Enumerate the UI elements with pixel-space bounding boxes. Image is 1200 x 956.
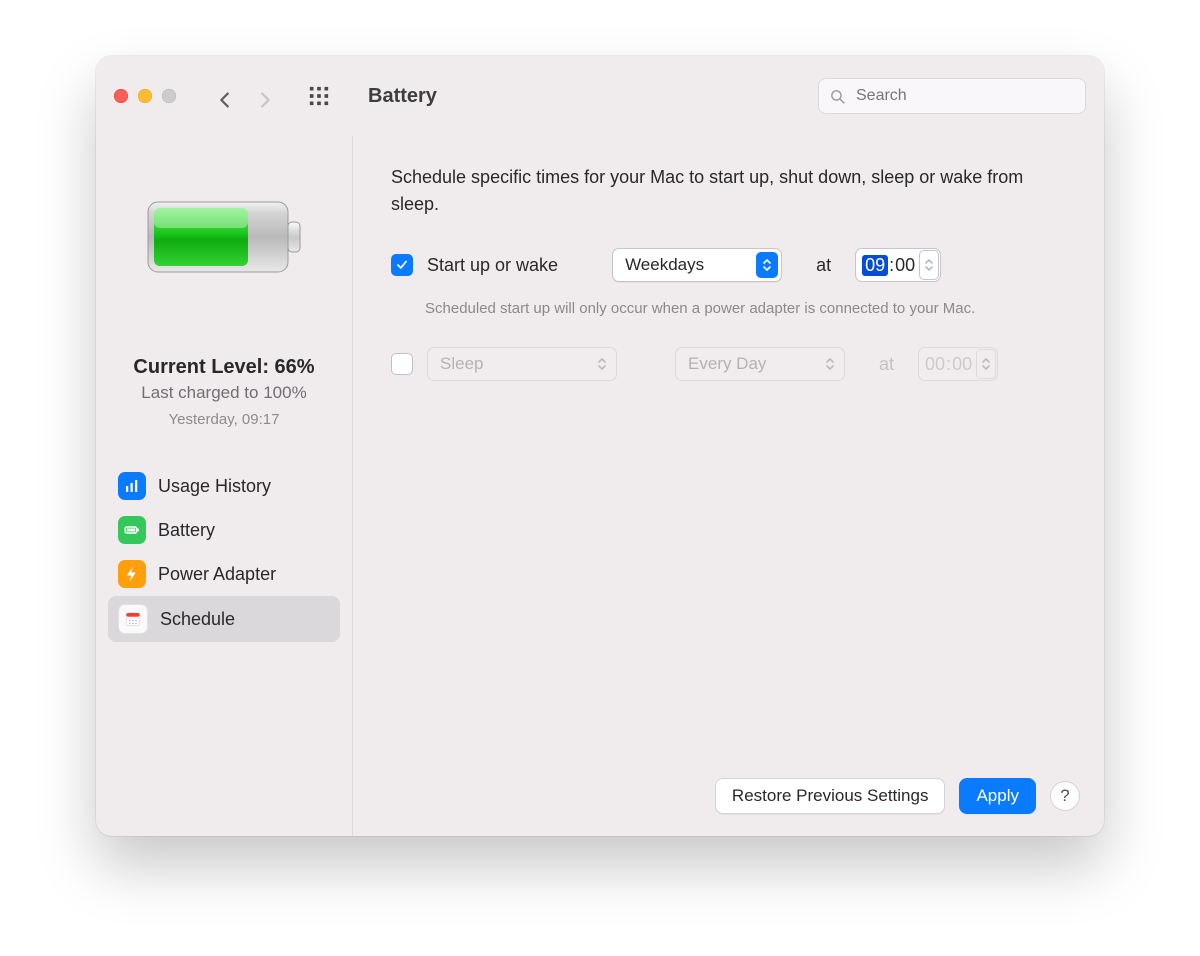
at-label: at [816, 255, 831, 276]
last-charged-time: Yesterday, 09:17 [169, 411, 280, 428]
zoom-window-button [162, 89, 176, 103]
startup-label: Start up or wake [427, 255, 558, 276]
help-button[interactable]: ? [1050, 781, 1080, 811]
sleep-day-value: Every Day [688, 354, 766, 374]
sleep-row: Sleep Every Day [391, 347, 1066, 381]
battery-tab-icon [118, 516, 146, 544]
startup-day-select[interactable]: Weekdays [612, 248, 782, 282]
sidebar-item-label: Schedule [160, 609, 235, 630]
startup-hour[interactable]: 09 [862, 255, 888, 276]
sleep-checkbox[interactable] [391, 353, 413, 375]
preferences-window: Battery [96, 56, 1104, 836]
checkmark-icon [395, 258, 409, 272]
search-icon [829, 88, 846, 105]
startup-row: Start up or wake Weekdays at 09 : [391, 248, 1066, 282]
sleep-day-select[interactable]: Every Day [675, 347, 845, 381]
sleep-time-field[interactable]: 00 : 00 [918, 347, 998, 381]
sidebar-item-usage-history[interactable]: Usage History [108, 464, 340, 508]
window-title: Battery [368, 85, 437, 108]
window-controls [114, 89, 176, 103]
minimize-window-button[interactable] [138, 89, 152, 103]
power-adapter-icon [118, 560, 146, 588]
battery-icon [144, 192, 304, 282]
startup-time-field[interactable]: 09 : 00 [855, 248, 941, 282]
stepper-arrows-icon [981, 356, 991, 372]
close-window-button[interactable] [114, 89, 128, 103]
last-charged-label: Last charged to 100% [141, 383, 306, 403]
footer: Restore Previous Settings Apply ? [353, 764, 1104, 836]
apply-button[interactable]: Apply [959, 778, 1036, 814]
sidebar-item-battery[interactable]: Battery [108, 508, 340, 552]
sidebar-item-power-adapter[interactable]: Power Adapter [108, 552, 340, 596]
back-button[interactable] [214, 89, 228, 103]
schedule-description: Schedule specific times for your Mac to … [391, 164, 1066, 218]
time-stepper[interactable] [919, 250, 939, 280]
sleep-action-value: Sleep [440, 354, 483, 374]
search-input[interactable] [854, 86, 1075, 106]
show-all-button[interactable] [308, 85, 330, 107]
sidebar-item-label: Power Adapter [158, 564, 276, 585]
usage-history-icon [118, 472, 146, 500]
chevron-up-down-icon [591, 351, 613, 377]
restore-previous-settings-button[interactable]: Restore Previous Settings [715, 778, 946, 814]
forward-button [254, 89, 268, 103]
time-stepper[interactable] [976, 349, 996, 379]
sleep-hour: 00 [925, 354, 945, 375]
startup-minute[interactable]: 00 [895, 255, 915, 276]
sleep-minute: 00 [952, 354, 972, 375]
schedule-icon [118, 604, 148, 634]
sidebar-nav: Usage History Battery Power Adapter [108, 464, 340, 642]
chevron-up-down-icon [819, 351, 841, 377]
sidebar-item-schedule[interactable]: Schedule [108, 596, 340, 642]
startup-checkbox[interactable] [391, 254, 413, 276]
sidebar-item-label: Usage History [158, 476, 271, 497]
chevron-up-down-icon [756, 252, 778, 278]
main-pane: Schedule specific times for your Mac to … [353, 136, 1104, 836]
search-field[interactable] [818, 78, 1086, 114]
sleep-action-select[interactable]: Sleep [427, 347, 617, 381]
startup-footnote: Scheduled start up will only occur when … [425, 300, 1066, 317]
sidebar-item-label: Battery [158, 520, 215, 541]
startup-day-value: Weekdays [625, 255, 704, 275]
stepper-arrows-icon [924, 257, 934, 273]
toolbar: Battery [96, 56, 1104, 136]
battery-level-label: Current Level: 66% [133, 356, 314, 379]
at-label: at [879, 354, 894, 375]
sidebar: Current Level: 66% Last charged to 100% … [96, 136, 353, 836]
